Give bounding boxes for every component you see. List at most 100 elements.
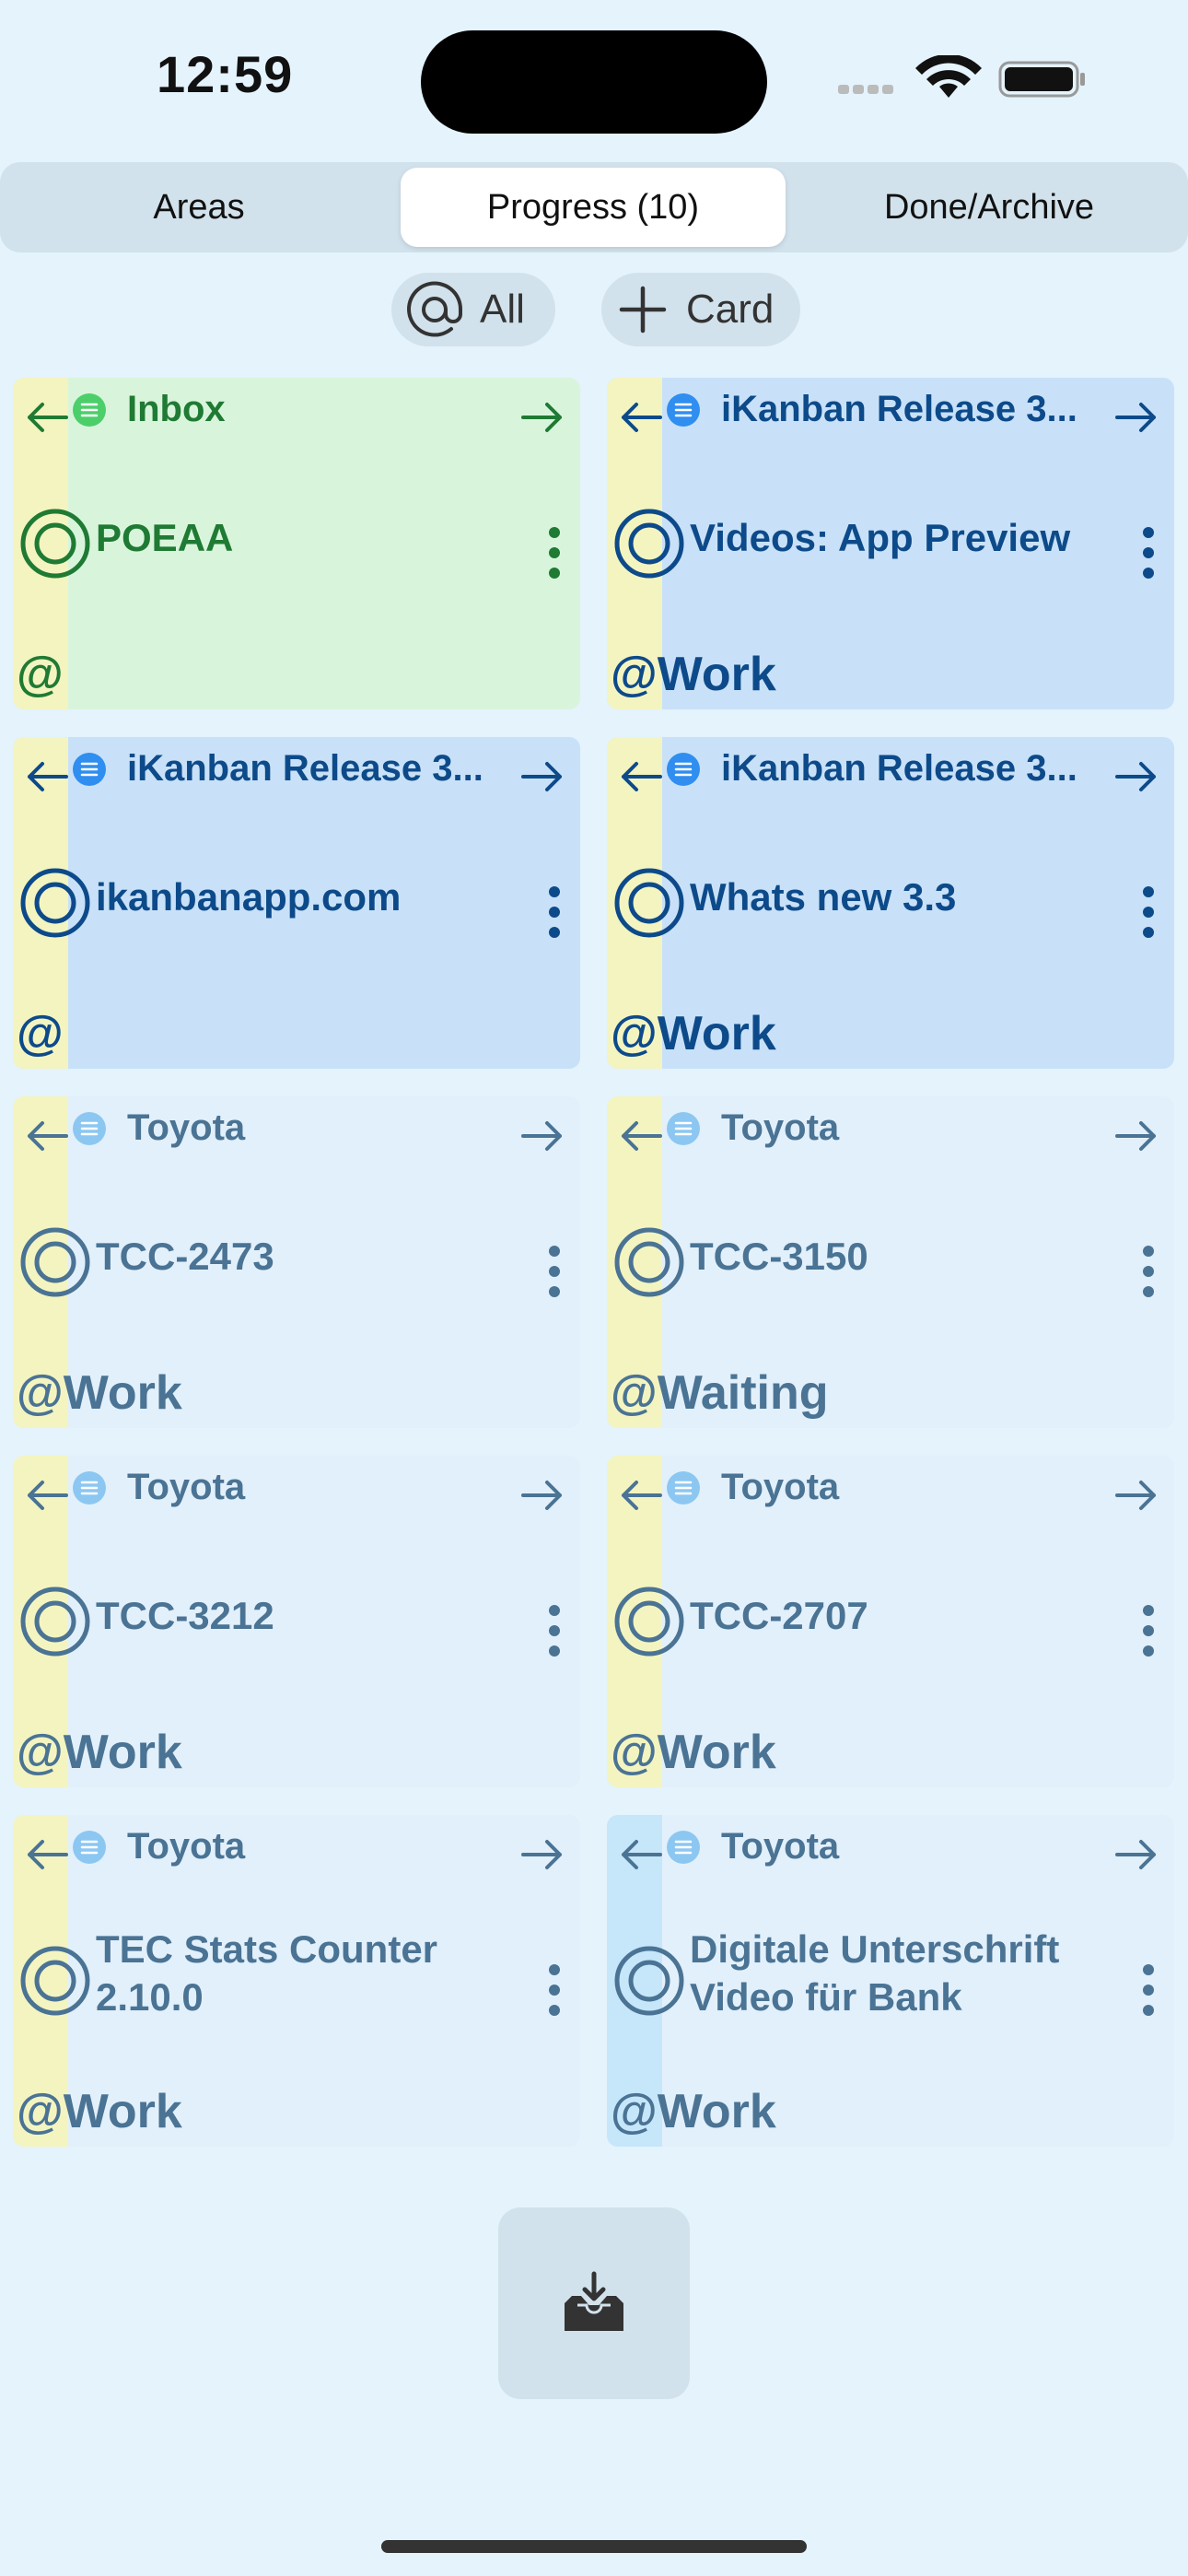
tab-areas[interactable]: Areas [6,168,392,247]
at-icon [407,281,463,337]
card-context[interactable]: @Work [611,2084,776,2139]
more-menu-icon[interactable] [547,525,562,580]
task-card[interactable]: Inbox POEAA @ [13,378,580,709]
card-project[interactable]: Toyota [721,1107,1099,1149]
target-icon[interactable] [612,866,686,940]
target-icon[interactable] [612,1944,686,2018]
target-icon[interactable] [612,1585,686,1658]
more-menu-icon[interactable] [547,1603,562,1658]
card-context[interactable]: @ [17,1006,64,1061]
card-context[interactable]: @Work [611,647,776,702]
target-icon[interactable] [18,1225,92,1299]
move-left-arrow-icon[interactable] [616,1113,666,1159]
card-context[interactable]: @Waiting [611,1365,829,1421]
inbox-download-button[interactable] [498,2207,690,2399]
more-menu-icon[interactable] [1141,1244,1156,1299]
card-context[interactable]: @Work [17,1725,182,1780]
tab-done-archive[interactable]: Done/Archive [796,168,1182,247]
card-context[interactable]: @ [17,647,64,702]
list-icon [73,1831,106,1864]
card-context[interactable]: @Work [17,2084,182,2139]
card-context[interactable]: @Work [17,1365,182,1421]
plus-icon [619,286,667,334]
target-icon[interactable] [18,1585,92,1658]
more-menu-icon[interactable] [547,1962,562,2018]
task-card[interactable]: Toyota TCC-2473 @Work [13,1096,580,1428]
signal-icon [838,85,893,94]
move-left-arrow-icon[interactable] [22,754,72,800]
card-title: TCC-3150 [690,1235,868,1278]
task-card[interactable]: Toyota TCC-3212 @Work [13,1456,580,1787]
card-project[interactable]: Toyota [127,1467,505,1508]
move-left-arrow-icon[interactable] [616,754,666,800]
move-left-arrow-icon[interactable] [616,394,666,440]
move-right-arrow-icon[interactable] [518,754,567,800]
tab-done-archive-label: Done/Archive [883,187,1095,227]
more-menu-icon[interactable] [547,884,562,940]
target-icon[interactable] [612,1225,686,1299]
move-left-arrow-icon[interactable] [616,1832,666,1878]
task-card[interactable]: iKanban Release 3... Whats new 3.3 @Work [607,737,1174,1069]
move-right-arrow-icon[interactable] [1112,754,1161,800]
task-card[interactable]: Toyota TEC Stats Counter 2.10.0 @Work [13,1815,580,2147]
card-project[interactable]: Toyota [721,1467,1099,1508]
move-right-arrow-icon[interactable] [1112,394,1161,440]
target-icon[interactable] [18,507,92,580]
list-icon [667,393,700,427]
card-title: Videos: App Preview [690,516,1071,559]
more-menu-icon[interactable] [1141,525,1156,580]
context-filter-button[interactable]: All [391,273,555,346]
status-time: 12:59 [157,45,294,103]
move-right-arrow-icon[interactable] [518,1472,567,1518]
dynamic-island [421,30,767,134]
list-icon [73,753,106,786]
view-segmented-control: Areas Progress (10) Done/Archive [0,162,1188,252]
card-title: TEC Stats Counter 2.10.0 [96,1927,438,2019]
list-icon [73,1471,106,1505]
target-icon[interactable] [18,1944,92,2018]
battery-icon [998,61,1085,98]
add-card-button[interactable]: Card [601,273,800,346]
tab-progress[interactable]: Progress (10) [401,168,786,247]
more-menu-icon[interactable] [547,1244,562,1299]
card-title: TCC-2707 [690,1594,868,1637]
move-left-arrow-icon[interactable] [22,1832,72,1878]
move-right-arrow-icon[interactable] [1112,1472,1161,1518]
move-left-arrow-icon[interactable] [22,1113,72,1159]
more-menu-icon[interactable] [1141,1962,1156,2018]
target-icon[interactable] [612,507,686,580]
card-project[interactable]: iKanban Release 3... [721,748,1099,790]
move-left-arrow-icon[interactable] [22,1472,72,1518]
list-icon [667,1471,700,1505]
card-project[interactable]: iKanban Release 3... [127,748,505,790]
card-context[interactable]: @Work [611,1006,776,1061]
home-indicator [381,2540,807,2553]
move-right-arrow-icon[interactable] [1112,1113,1161,1159]
task-card[interactable]: Toyota Digitale Unterschrift Video für B… [607,1815,1174,2147]
task-card[interactable]: iKanban Release 3... Videos: App Preview… [607,378,1174,709]
card-project[interactable]: Toyota [721,1826,1099,1868]
move-right-arrow-icon[interactable] [518,1832,567,1878]
card-title: Digitale Unterschrift Video für Bank [690,1927,1060,2019]
card-project[interactable]: iKanban Release 3... [721,389,1099,430]
card-context[interactable]: @Work [611,1725,776,1780]
move-right-arrow-icon[interactable] [1112,1832,1161,1878]
target-icon[interactable] [18,866,92,940]
more-menu-icon[interactable] [1141,884,1156,940]
status-icons [838,55,1085,98]
wifi-icon [915,55,982,98]
move-right-arrow-icon[interactable] [518,394,567,440]
task-card[interactable]: Toyota TCC-3150 @Waiting [607,1096,1174,1428]
more-menu-icon[interactable] [1141,1603,1156,1658]
move-left-arrow-icon[interactable] [616,1472,666,1518]
card-project[interactable]: Toyota [127,1107,505,1149]
card-title: Whats new 3.3 [690,875,957,919]
card-project[interactable]: Inbox [127,389,505,430]
move-left-arrow-icon[interactable] [22,394,72,440]
add-card-label: Card [686,287,775,332]
task-card[interactable]: iKanban Release 3... ikanbanapp.com @ [13,737,580,1069]
task-card[interactable]: Toyota TCC-2707 @Work [607,1456,1174,1787]
move-right-arrow-icon[interactable] [518,1113,567,1159]
card-title: POEAA [96,516,234,559]
card-project[interactable]: Toyota [127,1826,505,1868]
